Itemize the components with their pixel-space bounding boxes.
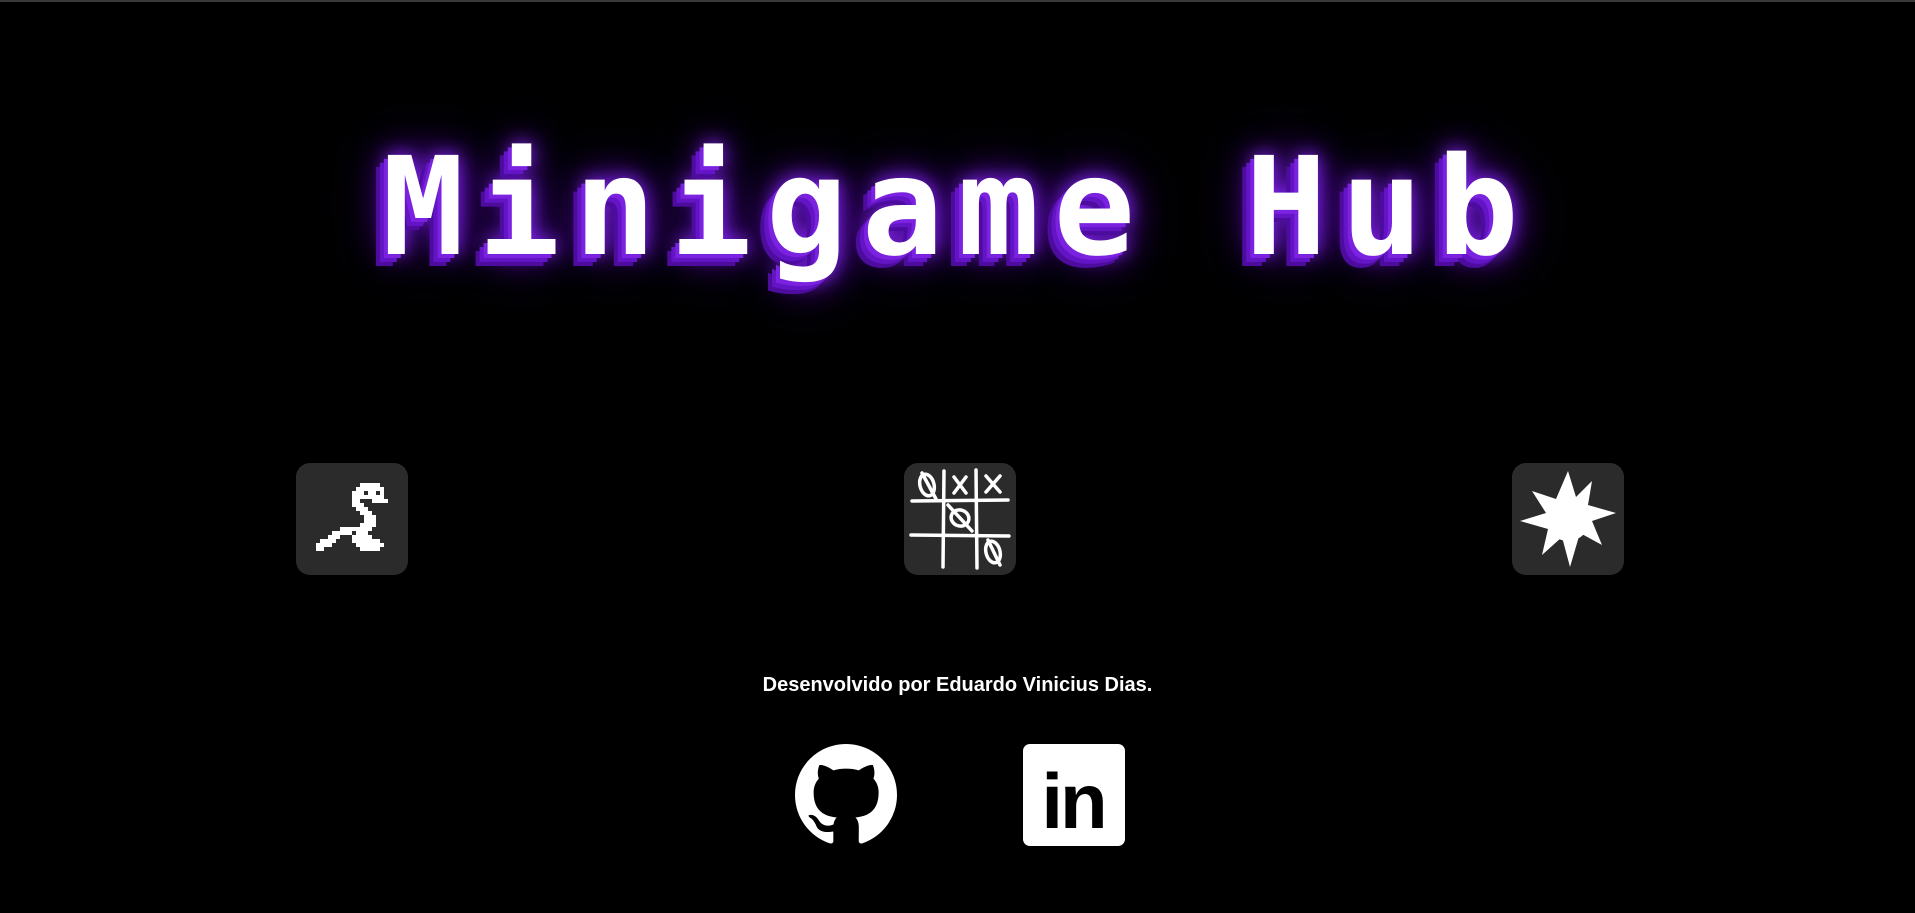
game-button-minesweeper[interactable] bbox=[1512, 463, 1624, 575]
linkedin-icon-text: in bbox=[1041, 757, 1104, 845]
game-button-snake[interactable] bbox=[296, 463, 408, 575]
window-top-border bbox=[0, 0, 1915, 2]
game-button-tic-tac-toe[interactable] bbox=[904, 463, 1016, 575]
snake-icon bbox=[316, 483, 388, 551]
tic-tac-toe-icon bbox=[909, 468, 1011, 570]
github-link[interactable] bbox=[795, 744, 897, 846]
page-header: Minigame Hub bbox=[0, 140, 1915, 276]
linkedin-link[interactable]: in bbox=[1023, 744, 1125, 846]
mine-icon bbox=[1520, 471, 1616, 567]
author-credit: Desenvolvido por Eduardo Vinicius Dias. bbox=[762, 674, 1153, 696]
github-icon bbox=[795, 744, 897, 844]
page-title: Minigame Hub bbox=[382, 129, 1533, 287]
linkedin-icon: in bbox=[1023, 744, 1125, 846]
